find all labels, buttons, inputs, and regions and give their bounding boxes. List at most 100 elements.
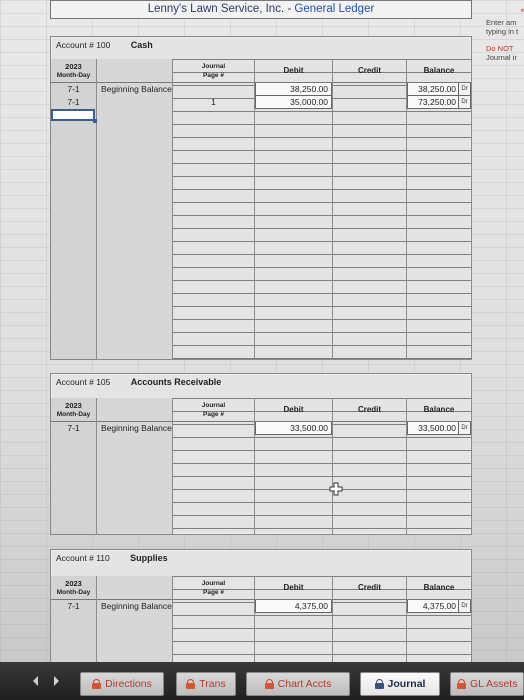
balance-column[interactable]: Balance 38,250.00 Dr 73,250.00 Dr [407, 59, 471, 359]
date-header: 2023 Month-Day [51, 398, 96, 422]
balance-column[interactable]: Balance 4,375.00 Dr [407, 576, 471, 662]
description-column[interactable]: Beginning Balance [97, 398, 173, 534]
description-cell[interactable]: Beginning Balance [97, 600, 172, 613]
description-header [97, 576, 172, 600]
tab-label: Trans [199, 678, 226, 690]
ledger-account-cash: Account # 100 Cash 2023 Month-Day 7-1 7-… [50, 36, 472, 360]
date-cell[interactable]: 7-1 [51, 96, 96, 109]
balance-header: Balance [407, 398, 471, 422]
journal-page-column[interactable]: Journal Page # 1 [173, 59, 255, 359]
debit-column[interactable]: Debit 38,250.00 35,000.00 [255, 59, 333, 359]
balance-cell[interactable]: 38,250.00 Dr [407, 83, 471, 96]
account-header: Account # 105 Accounts Receivable [51, 374, 471, 390]
credit-cell[interactable] [333, 96, 406, 109]
title-separator: - [284, 3, 295, 15]
account-number: 100 [96, 40, 111, 50]
ledger-title[interactable]: Lenny's Lawn Service, Inc. - General Led… [50, 0, 472, 19]
ledger-name: General Ledger [294, 3, 375, 15]
balance-cell[interactable]: 73,250.00 Dr [407, 96, 471, 109]
credit-header: Credit [333, 59, 406, 83]
prev-sheet-icon[interactable] [30, 675, 42, 687]
spreadsheet-area[interactable]: Lenny's Lawn Service, Inc. - General Led… [0, 0, 524, 662]
company-name: Lenny's Lawn Service, Inc. [147, 3, 285, 15]
journal-page-header: Journal Page # [173, 398, 254, 422]
credit-header: Credit [333, 398, 406, 422]
account-label: Account # [56, 377, 94, 387]
credit-cell[interactable] [333, 83, 406, 96]
debit-cell[interactable]: 35,000.00 [255, 96, 332, 109]
tab-directions[interactable]: Directions [80, 672, 164, 696]
journal-page-column[interactable]: Journal Page # [173, 398, 255, 534]
debit-column[interactable]: Debit 4,375.00 [255, 576, 333, 662]
account-number: 110 [96, 553, 110, 563]
debit-cell[interactable]: 33,500.00 [255, 422, 332, 435]
journal-label: Journal [201, 62, 226, 70]
next-sheet-icon[interactable] [50, 675, 62, 687]
lock-icon [264, 679, 274, 689]
debit-cell[interactable]: 4,375.00 [255, 600, 332, 613]
date-cell[interactable]: 7-1 [51, 422, 96, 435]
description-cell[interactable] [97, 96, 172, 109]
month-day-label: Month-Day [56, 588, 91, 596]
debit-cell[interactable]: 38,250.00 [255, 83, 332, 96]
lock-icon [186, 679, 196, 689]
tab-label: GL Assets [470, 678, 518, 690]
account-header: Account # 100 Cash [51, 37, 471, 53]
journal-page-cell[interactable] [173, 83, 254, 96]
tab-trans[interactable]: Trans [176, 672, 236, 696]
note-line-2: typing in t [486, 27, 519, 36]
lock-icon [457, 679, 466, 689]
credit-cell[interactable] [333, 600, 406, 613]
date-cell[interactable]: 7-1 [51, 83, 96, 96]
description-cell[interactable]: Beginning Balance [97, 83, 172, 96]
note-line-1: Enter am [486, 18, 517, 27]
balance-amount: 4,375.00 [407, 600, 459, 613]
credit-cell[interactable] [333, 422, 406, 435]
balance-amount: 73,250.00 [407, 96, 459, 109]
tab-label: Journal [387, 678, 426, 690]
tab-label: Directions [105, 678, 152, 690]
journal-page-cell[interactable] [173, 422, 254, 435]
debit-header: Debit [255, 398, 332, 422]
balance-header: Balance [407, 576, 471, 600]
journal-label: Journal [201, 579, 226, 587]
note-line-4: Journal ir [486, 53, 517, 62]
credit-column[interactable]: Credit [333, 576, 407, 662]
balance-amount: 38,250.00 [407, 83, 459, 96]
date-column[interactable]: 2023 Month-Day 7-1 [51, 576, 97, 662]
description-column[interactable]: Beginning Balance [97, 59, 173, 359]
year-label: 2023 [65, 400, 82, 410]
account-label: Account # [56, 40, 94, 50]
account-name: Cash [130, 40, 153, 50]
journal-page-cell[interactable] [173, 600, 254, 613]
debit-header: Debit [255, 59, 332, 83]
balance-cell[interactable]: 4,375.00 Dr [407, 600, 471, 613]
journal-page-column[interactable]: Journal Page # [173, 576, 255, 662]
ledger-account-receivable: Account # 105 Accounts Receivable 2023 M… [50, 373, 472, 535]
balance-amount: 33,500.00 [407, 422, 459, 435]
tab-journal[interactable]: Journal [360, 672, 440, 696]
credit-column[interactable]: Credit [329, 398, 407, 534]
date-header: 2023 Month-Day [51, 576, 96, 600]
red-marker-icon: * [520, 7, 524, 17]
month-day-label: Month-Day [56, 410, 91, 418]
tab-gl-assets[interactable]: GL Assets [450, 672, 524, 696]
date-cell[interactable]: 7-1 [51, 600, 96, 613]
description-cell[interactable]: Beginning Balance [97, 422, 172, 435]
date-column[interactable]: 2023 Month-Day 7-1 [51, 398, 97, 534]
balance-column[interactable]: Balance 33,500.00 Dr [407, 398, 471, 534]
tab-chart-accts[interactable]: Chart Accts [246, 672, 350, 696]
account-name: Supplies [130, 553, 168, 563]
ledger-account-supplies: Account # 110 Supplies 2023 Month-Day 7-… [50, 549, 472, 662]
sheet-tab-bar: Directions Trans Chart Accts Journal GL … [0, 662, 524, 700]
balance-side: Dr [459, 422, 471, 435]
date-column[interactable]: 2023 Month-Day 7-1 7-1 [51, 59, 97, 359]
debit-column[interactable]: Debit 33,500.00 [255, 398, 333, 534]
journal-page-cell[interactable]: 1 [173, 96, 254, 109]
account-label: Account # [56, 553, 94, 563]
journal-page-header: Journal Page # [173, 576, 254, 600]
credit-column[interactable]: Credit [333, 59, 407, 359]
selected-cell[interactable] [51, 109, 97, 123]
balance-cell[interactable]: 33,500.00 Dr [407, 422, 471, 435]
description-column[interactable]: Beginning Balance [97, 576, 173, 662]
